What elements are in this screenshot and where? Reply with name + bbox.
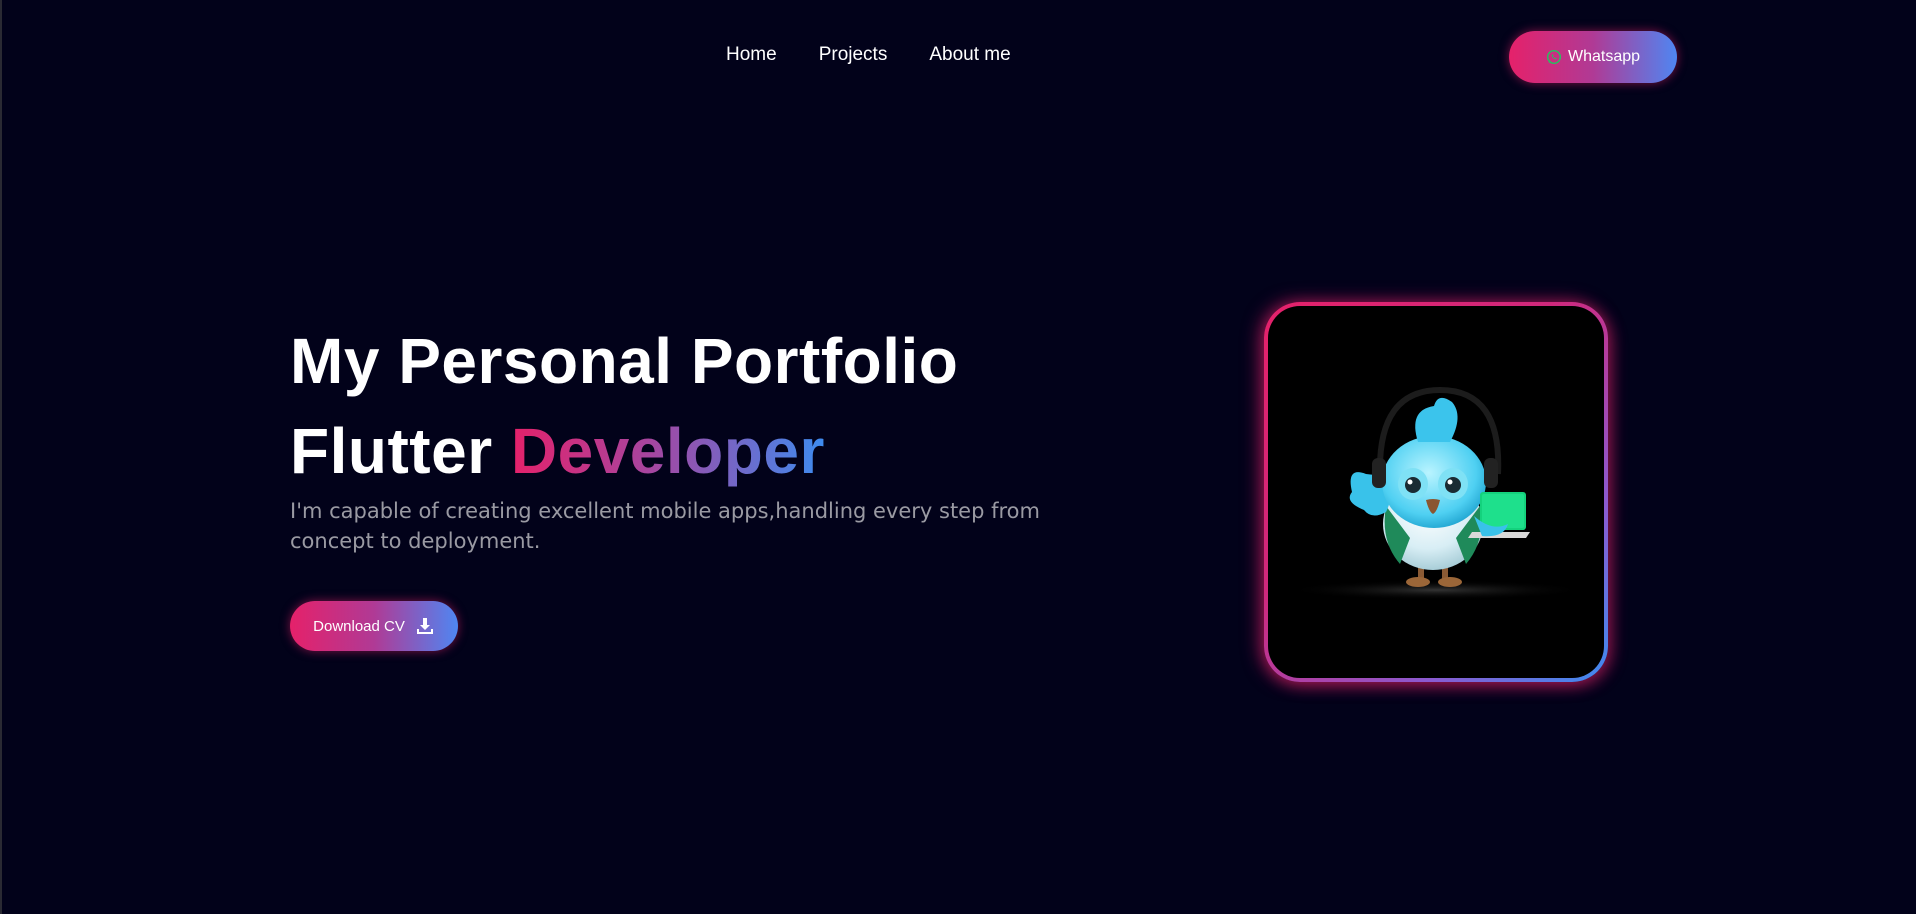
- download-cv-label: Download CV: [313, 617, 405, 635]
- download-icon: [415, 616, 435, 636]
- page: Home Projects About me Whatsapp My Perso…: [0, 0, 1916, 914]
- hero-subtitle-highlight: Developer: [510, 415, 825, 487]
- whatsapp-button[interactable]: Whatsapp: [1509, 31, 1677, 83]
- hero-subtitle: Flutter Developer: [290, 412, 825, 490]
- whatsapp-icon: [1546, 49, 1562, 65]
- profile-image-frame: [1264, 302, 1608, 682]
- whatsapp-label: Whatsapp: [1567, 48, 1641, 65]
- hero-subtitle-plain: Flutter: [290, 415, 511, 487]
- nav-item-projects[interactable]: Projects: [819, 44, 888, 66]
- profile-image: [1268, 306, 1604, 678]
- hero-description: I'm capable of creating excellent mobile…: [290, 499, 1040, 553]
- nav-item-home[interactable]: Home: [726, 44, 777, 66]
- nav-item-about-me[interactable]: About me: [929, 44, 1010, 66]
- dash-mascot-illustration: [1286, 386, 1586, 600]
- top-nav: Home Projects About me: [726, 44, 1011, 66]
- hero-title: My Personal Portfolio: [290, 325, 959, 397]
- download-cv-button[interactable]: Download CV: [290, 601, 458, 651]
